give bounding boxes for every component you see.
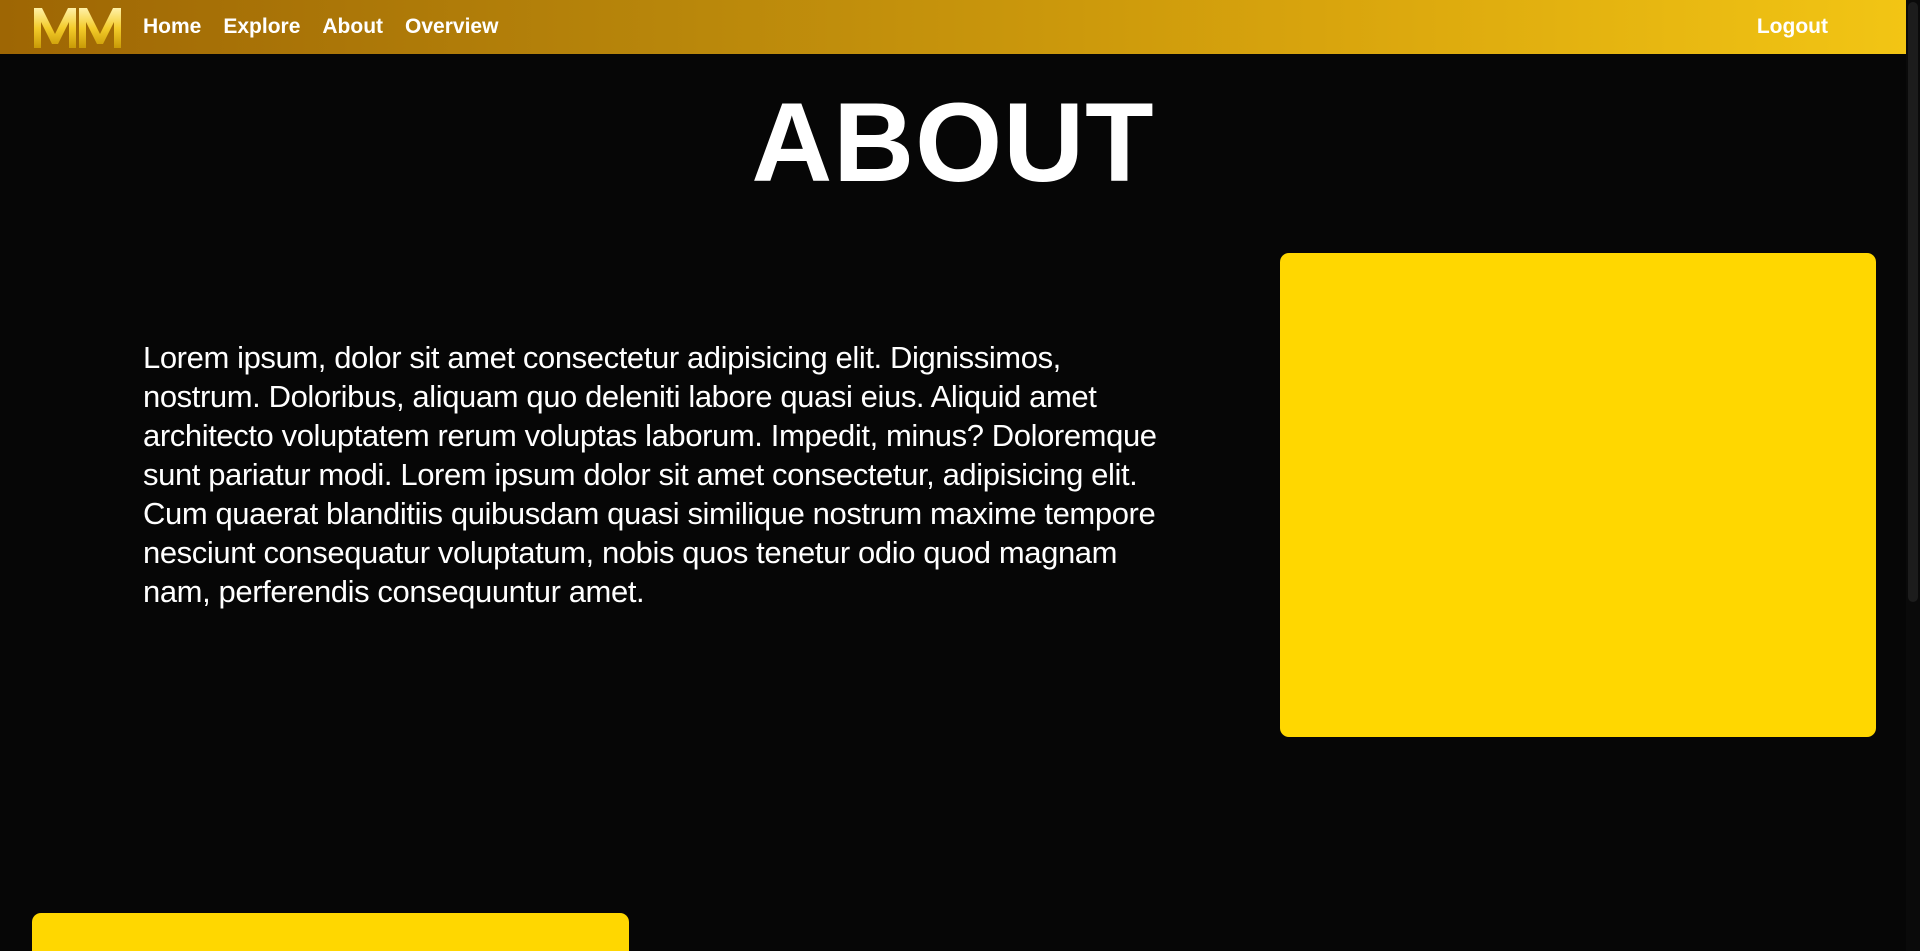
page-title: ABOUT (751, 80, 1155, 205)
page: Home Explore About Overview Logout ABOUT… (0, 0, 1920, 951)
image-placeholder (1280, 253, 1876, 737)
nav-link-explore[interactable]: Explore (223, 15, 300, 39)
nav-link-home[interactable]: Home (143, 15, 201, 39)
nav-link-overview[interactable]: Overview (405, 15, 498, 39)
mm-logo-icon[interactable] (32, 4, 124, 50)
vertical-scrollbar[interactable] (1906, 0, 1920, 951)
about-paragraph: Lorem ipsum, dolor sit amet consectetur … (143, 340, 1157, 609)
nav-links: Home Explore About Overview (143, 0, 498, 54)
scrollbar-thumb[interactable] (1908, 2, 1918, 602)
logout-button[interactable]: Logout (1757, 0, 1828, 54)
nav-link-about[interactable]: About (322, 15, 383, 39)
navbar: Home Explore About Overview Logout (0, 0, 1906, 54)
content-card-placeholder (32, 913, 629, 951)
